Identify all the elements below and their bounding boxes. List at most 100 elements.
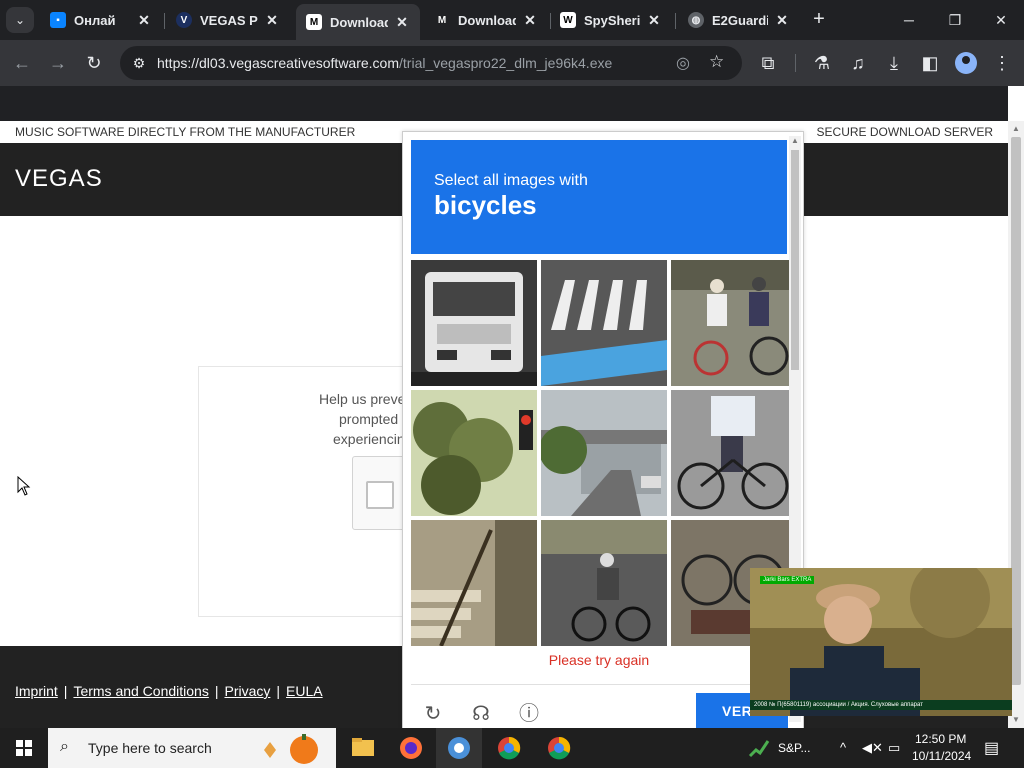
tab-title: Онлай xyxy=(74,12,116,28)
tab-title: VEGAS Pro xyxy=(200,12,258,28)
toolbar-divider xyxy=(795,54,796,72)
search-icon: ⌕ xyxy=(60,738,69,755)
extensions-icon[interactable]: ⧉ xyxy=(756,51,780,75)
stock-chart-icon[interactable] xyxy=(748,738,772,758)
tab-close-icon[interactable]: ✕ xyxy=(394,14,410,31)
scroll-up-icon[interactable]: ▲ xyxy=(791,136,799,145)
minimize-icon[interactable]: ─ xyxy=(886,0,932,40)
vegas-icon: V xyxy=(176,12,192,28)
challenge-tile-crosswalk[interactable] xyxy=(541,260,667,386)
captcha-footer-divider xyxy=(411,684,787,685)
m-icon: M xyxy=(306,14,322,30)
tab-close-icon[interactable]: ✕ xyxy=(264,12,280,29)
challenge-prompt: Select all images with xyxy=(434,172,588,189)
browser-toolbar: ← → ↻ ⚙ https://dl03.vegascreativesoftwa… xyxy=(0,40,1024,86)
video-news-ticker: 2008 № П(65801119) ассоциации / Акция. С… xyxy=(750,700,1012,710)
back-icon[interactable]: ← xyxy=(10,51,34,75)
menu-kebab-icon[interactable]: ⋮ xyxy=(990,51,1014,75)
challenge-tile-bicycle-rider[interactable] xyxy=(671,390,797,516)
taskbar-search-box[interactable]: ⌕ Type here to search xyxy=(48,728,336,768)
footer-link-imprint[interactable]: Imprint xyxy=(15,683,58,699)
tracking-blocked-eye-icon[interactable]: ◎ xyxy=(676,53,690,73)
video-frame-image xyxy=(750,568,1012,716)
address-bar[interactable]: ⚙ https://dl03.vegascreativesoftware.com… xyxy=(120,46,742,80)
chrome-active-icon[interactable] xyxy=(436,728,482,768)
notification-icon[interactable]: ▤ xyxy=(984,738,999,758)
tab-title: SpySheriff xyxy=(584,12,640,28)
challenge-target: bicycles xyxy=(434,190,537,220)
tab-title: Download xyxy=(330,14,388,30)
info-icon[interactable]: ⓘ xyxy=(517,702,541,726)
site-info-icon[interactable]: ⚙ xyxy=(130,54,148,72)
picture-in-picture-video[interactable]: Jarki Bars EXTRA 2008 № П(65801119) ассо… xyxy=(750,568,1012,716)
globe-icon: ◍ xyxy=(688,12,704,28)
vegas-logo[interactable]: VEGAS xyxy=(15,165,103,193)
w-icon: W xyxy=(560,12,576,28)
chevron-up-icon[interactable]: ^ xyxy=(840,740,846,755)
chrome-icon[interactable] xyxy=(536,728,582,768)
media-control-icon[interactable]: ♫ xyxy=(846,51,870,75)
page-top-band xyxy=(0,86,1008,121)
restore-icon[interactable]: ❐ xyxy=(932,0,978,40)
clock-date[interactable]: 10/11/2024 xyxy=(912,749,971,763)
side-panel-icon[interactable]: ◧ xyxy=(918,51,942,75)
challenge-scroll-thumb[interactable] xyxy=(791,150,799,370)
challenge-tile-cyclists[interactable] xyxy=(671,260,797,386)
labs-flask-icon[interactable]: ⚗ xyxy=(810,51,834,75)
tab-close-icon[interactable]: ✕ xyxy=(136,12,152,29)
tab-2[interactable]: V VEGAS Pro ✕ xyxy=(166,6,290,34)
challenge-tile-trees[interactable] xyxy=(411,390,537,516)
challenge-tile-overpass[interactable] xyxy=(541,390,667,516)
scroll-up-icon[interactable]: ▲ xyxy=(1011,124,1021,133)
tab-5[interactable]: W SpySheriff ✕ xyxy=(550,6,672,34)
close-window-icon[interactable]: ✕ xyxy=(978,0,1024,40)
page-scroll-thumb[interactable] xyxy=(1011,137,1021,685)
reload-icon[interactable]: ↻ xyxy=(82,51,106,75)
url-host: https://dl03.vegascreativesoftware.com xyxy=(157,55,400,71)
forward-icon[interactable]: → xyxy=(46,51,70,75)
challenge-tile-road-cyclist[interactable] xyxy=(541,520,667,646)
footer-links: Imprint | Terms and Conditions | Privacy | EUL… xyxy=(15,683,323,699)
challenge-tile-bus[interactable] xyxy=(411,260,537,386)
profile-avatar-icon[interactable] xyxy=(955,52,977,74)
file-explorer-icon[interactable] xyxy=(340,728,386,768)
tab-3-active[interactable]: M Download ✕ xyxy=(296,4,420,40)
network-icon[interactable]: ▭ xyxy=(888,740,900,756)
challenge-tile-stairs[interactable] xyxy=(411,520,537,646)
footer-link-privacy[interactable]: Privacy xyxy=(224,683,270,699)
bookmark-star-icon[interactable]: ☆ xyxy=(709,52,724,72)
stock-widget-label[interactable]: S&P... xyxy=(778,741,810,755)
tab-title: E2Guardian xyxy=(712,12,768,28)
url-path: /trial_vegaspro22_dlm_je96k4.exe xyxy=(399,55,613,71)
tab-close-icon[interactable]: ✕ xyxy=(774,12,790,29)
recaptcha-checkbox[interactable] xyxy=(366,481,394,509)
tab-1[interactable]: ▪ Онлай ✕ xyxy=(40,6,162,34)
halloween-pumpkin-icon xyxy=(264,734,318,764)
url-text[interactable]: https://dl03.vegascreativesoftware.com/t… xyxy=(157,55,612,71)
recaptcha-challenge: Select all images with bicycles Please t… xyxy=(402,131,804,731)
tab-close-icon[interactable]: ✕ xyxy=(522,12,538,29)
mouse-pointer-icon xyxy=(17,476,31,496)
browser-tab-strip: ⌄ ▪ Онлай ✕ V VEGAS Pro ✕ M Download ✕ M… xyxy=(0,0,1024,40)
windows-start-icon[interactable] xyxy=(0,728,48,768)
firefox-icon[interactable] xyxy=(388,728,434,768)
footer-link-terms[interactable]: Terms and Conditions xyxy=(73,683,208,699)
tab-search-button[interactable]: ⌄ xyxy=(6,7,34,33)
chrome-profile-icon[interactable] xyxy=(486,728,532,768)
tab-close-icon[interactable]: ✕ xyxy=(646,12,662,29)
tab-6[interactable]: ◍ E2Guardian ✕ xyxy=(678,6,800,34)
tab-4[interactable]: M Download ✕ xyxy=(424,6,548,34)
downloads-icon[interactable]: ⤓ xyxy=(882,51,906,75)
challenge-banner: Select all images with bicycles xyxy=(411,140,787,254)
window-icon: ▪ xyxy=(50,12,66,28)
audio-challenge-headphones-icon[interactable]: ☊ xyxy=(469,702,493,726)
reload-challenge-icon[interactable]: ↻ xyxy=(421,702,445,726)
search-placeholder: Type here to search xyxy=(88,740,212,756)
footer-link-eula[interactable]: EULA xyxy=(286,683,323,699)
clock-time[interactable]: 12:50 PM xyxy=(915,732,966,746)
scroll-down-icon[interactable]: ▼ xyxy=(1011,715,1021,724)
tab-title: Download xyxy=(458,12,516,28)
new-tab-button[interactable]: + xyxy=(808,8,830,30)
volume-muted-icon[interactable]: ◀✕ xyxy=(862,740,883,756)
m-icon: M xyxy=(434,12,450,28)
